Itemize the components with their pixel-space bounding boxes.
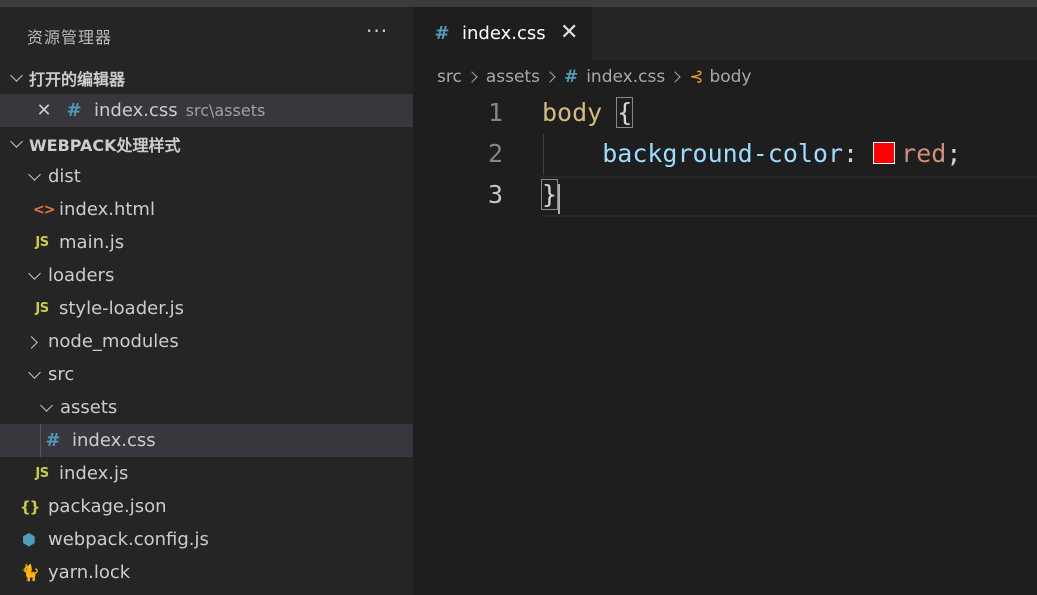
tree-folder-loaders[interactable]: loaders [0, 259, 413, 292]
chevron-right-icon [27, 335, 41, 349]
breadcrumb-src[interactable]: src [437, 67, 462, 87]
tree-folder-src[interactable]: src [0, 358, 413, 391]
file-label: index.html [59, 199, 155, 220]
indent-guide [40, 424, 41, 457]
js-file-icon: JS [35, 235, 49, 250]
text-cursor [558, 184, 560, 214]
tree-file-yarn-lock[interactable]: 🐈 yarn.lock [0, 556, 413, 589]
open-editors-label: 打开的编辑器 [29, 69, 126, 89]
tree-folder-dist[interactable]: dist [0, 160, 413, 193]
code-line[interactable]: 1 body { [413, 94, 1037, 135]
file-label: main.js [59, 232, 125, 253]
tree-file-style-loader-js[interactable]: JS style-loader.js [0, 292, 413, 325]
file-label: style-loader.js [59, 298, 185, 319]
explorer-header: 资源管理器 ··· [0, 7, 413, 61]
chevron-down-icon [27, 368, 41, 382]
more-actions-icon[interactable]: ··· [366, 19, 388, 43]
close-icon[interactable]: ✕ [36, 100, 52, 121]
current-line-highlight [542, 176, 1037, 217]
line-number: 1 [487, 98, 503, 127]
css-file-icon: # [434, 23, 450, 44]
tree-file-main-js[interactable]: JS main.js [0, 226, 413, 259]
line-text: body { [542, 97, 634, 128]
css-property: background-color [602, 139, 844, 168]
tree-file-index-html[interactable]: <> index.html [0, 193, 413, 226]
breadcrumb-assets[interactable]: assets [486, 67, 540, 87]
css-selector: body [542, 98, 603, 127]
project-label: WEBPACK处理样式 [29, 135, 181, 155]
line-text: background-color: red; [542, 139, 961, 168]
yarn-file-icon: 🐈 [20, 563, 40, 582]
chevron-down-icon [27, 269, 41, 283]
line-number: 3 [487, 180, 503, 209]
editor-area: # index.css ✕ src assets # index.css ⊰ b… [413, 7, 1037, 595]
json-file-icon: {} [20, 497, 40, 516]
colon: : [843, 139, 859, 168]
css-file-icon: # [66, 100, 82, 121]
line-text: } [540, 179, 559, 210]
explorer-title: 资源管理器 [27, 28, 113, 47]
tab-label: index.css [462, 23, 546, 44]
chevron-right-icon [466, 71, 478, 83]
html-file-icon: <> [33, 201, 55, 218]
chevron-down-icon [27, 170, 41, 184]
css-file-icon: # [45, 430, 61, 451]
folder-label: src [48, 364, 75, 385]
line-number: 2 [487, 139, 503, 168]
open-editor-filename: index.css [94, 100, 178, 121]
semicolon: ; [946, 139, 962, 168]
file-label: webpack.config.js [48, 529, 209, 550]
close-icon[interactable]: ✕ [560, 20, 578, 45]
open-editor-item[interactable]: ✕ # index.css src\assets [0, 94, 413, 127]
open-brace: { [616, 97, 634, 128]
open-editors-section[interactable]: 打开的编辑器 [0, 61, 413, 94]
close-brace: } [540, 179, 559, 210]
chevron-down-icon [9, 137, 23, 151]
code-line-current[interactable]: 3 } [413, 176, 1037, 217]
open-editor-path: src\assets [185, 101, 266, 120]
breadcrumb-symbol[interactable]: body [709, 67, 751, 87]
indent-guide [543, 134, 544, 175]
folder-label: loaders [48, 265, 115, 286]
symbol-structure-icon: ⊰ [689, 67, 704, 87]
project-section[interactable]: WEBPACK处理样式 [0, 127, 413, 160]
folder-label: dist [48, 166, 81, 187]
js-file-icon: JS [35, 301, 49, 316]
file-label: index.js [59, 463, 129, 484]
chevron-right-icon [544, 71, 556, 83]
title-bar-strip [0, 0, 1037, 7]
tree-folder-node-modules[interactable]: node_modules [0, 325, 413, 358]
file-label: yarn.lock [48, 562, 131, 583]
css-value: red [901, 139, 947, 168]
breadcrumb: src assets # index.css ⊰ body [413, 60, 1037, 94]
tree-file-webpack-config-js[interactable]: ⬢ webpack.config.js [0, 523, 413, 556]
tree-file-package-json[interactable]: {} package.json [0, 490, 413, 523]
explorer-sidebar: 资源管理器 ··· 打开的编辑器 ✕ # index.css src\asset… [0, 7, 413, 595]
tab-index-css[interactable]: # index.css ✕ [413, 7, 592, 60]
code-line[interactable]: 2 background-color: red; [413, 135, 1037, 176]
file-label: index.css [72, 430, 156, 451]
folder-label: node_modules [48, 331, 179, 352]
chevron-right-icon [669, 71, 681, 83]
chevron-down-icon [39, 401, 53, 415]
tree-folder-assets[interactable]: assets [0, 391, 413, 424]
webpack-file-icon: ⬢ [22, 530, 36, 549]
breadcrumb-file[interactable]: index.css [586, 67, 665, 87]
tab-bar: # index.css ✕ [413, 7, 1037, 60]
tree-file-index-js[interactable]: JS index.js [0, 457, 413, 490]
color-swatch[interactable] [873, 142, 896, 164]
css-file-icon: # [563, 67, 579, 87]
js-file-icon: JS [35, 466, 49, 481]
folder-label: assets [60, 397, 118, 418]
tree-file-index-css[interactable]: # index.css [0, 424, 413, 457]
chevron-down-icon [9, 71, 23, 85]
file-label: package.json [48, 496, 167, 517]
